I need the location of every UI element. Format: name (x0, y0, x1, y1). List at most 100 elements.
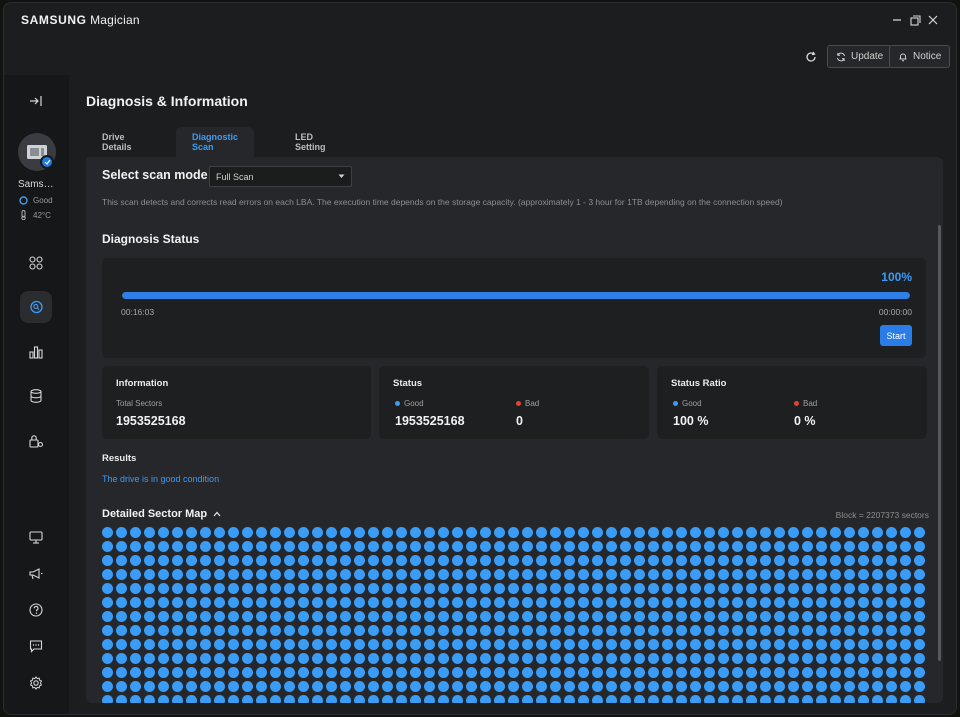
benchmark-icon[interactable] (20, 336, 52, 368)
sector-block-cell (802, 681, 813, 692)
sector-block-cell (312, 681, 323, 692)
sector-block-cell (452, 555, 463, 566)
sector-block-cell (438, 597, 449, 608)
sector-block-cell (606, 695, 617, 703)
sector-map-toggle[interactable]: Detailed Sector Map (102, 508, 221, 520)
status-card: Status Good 1953525168 Bad 0 (379, 366, 649, 439)
sector-block-cell (802, 541, 813, 552)
refresh-icon[interactable] (801, 47, 821, 67)
sector-block-cell (242, 597, 253, 608)
sector-block-cell (788, 583, 799, 594)
sector-block-cell (606, 667, 617, 678)
vertical-scrollbar[interactable] (938, 225, 941, 661)
sector-block-cell (382, 625, 393, 636)
sector-block-cell (886, 611, 897, 622)
security-icon[interactable] (20, 425, 52, 457)
dashboard-icon[interactable] (20, 247, 52, 279)
sector-block-cell (676, 569, 687, 580)
sector-block-cell (438, 555, 449, 566)
tab-drive-details[interactable]: Drive Details (86, 127, 148, 157)
announce-icon[interactable] (20, 557, 52, 589)
sector-block-cell (130, 527, 141, 538)
sector-block-cell (270, 639, 281, 650)
sector-block-cell (130, 667, 141, 678)
sector-block-cell (886, 541, 897, 552)
sector-block-cell (816, 667, 827, 678)
sector-block-cell (606, 639, 617, 650)
sector-block-cell (102, 681, 113, 692)
sector-block-cell (382, 681, 393, 692)
data-management-icon[interactable] (20, 380, 52, 412)
sector-block-cell (214, 681, 225, 692)
tab-led-setting[interactable]: LED Setting (279, 127, 341, 157)
sector-block-cell (788, 625, 799, 636)
diagnosis-status-box: 100% 00:16:03 00:00:00 Start (102, 258, 926, 358)
sector-block-cell (326, 527, 337, 538)
scan-mode-select[interactable]: Full Scan (209, 166, 352, 187)
sector-block-cell (690, 695, 701, 703)
sector-block-cell (396, 597, 407, 608)
ratio-bad-value: 0 % (794, 414, 816, 428)
status-bad-value: 0 (516, 414, 523, 428)
sector-block-cell (564, 597, 575, 608)
sector-block-cell (606, 653, 617, 664)
sector-block-cell (830, 611, 841, 622)
sector-block-cell (536, 639, 547, 650)
sector-block-cell (760, 695, 771, 703)
sector-block-cell (508, 681, 519, 692)
results-text: The drive is in good condition (102, 474, 220, 484)
help-icon[interactable] (20, 594, 52, 626)
collapse-icon[interactable] (20, 85, 52, 117)
sector-block-cell (648, 625, 659, 636)
sector-block-cell (760, 611, 771, 622)
sector-block-cell (256, 667, 267, 678)
sector-block-cell (522, 681, 533, 692)
sector-block-cell (298, 569, 309, 580)
sector-block-cell (396, 583, 407, 594)
display-icon[interactable] (20, 521, 52, 553)
start-button[interactable]: Start (880, 325, 912, 346)
diagnosis-icon[interactable] (20, 291, 52, 323)
sector-block-cell (592, 611, 603, 622)
sector-block-cell (704, 527, 715, 538)
sector-block-cell (312, 555, 323, 566)
drive-name: Samsung (18, 179, 58, 190)
sector-block-cell (340, 555, 351, 566)
minimize-icon[interactable] (888, 11, 906, 29)
sector-block-cell (760, 681, 771, 692)
sector-block-cell (396, 681, 407, 692)
update-button[interactable]: Update (827, 45, 893, 68)
sector-block-cell (788, 555, 799, 566)
sector-block-cell (368, 611, 379, 622)
sector-block-cell (732, 653, 743, 664)
sector-block-cell (466, 569, 477, 580)
restore-icon[interactable] (906, 11, 924, 29)
sector-block-cell (368, 541, 379, 552)
sector-block-cell (704, 695, 715, 703)
sector-block-cell (130, 653, 141, 664)
sector-block-cell (242, 667, 253, 678)
sector-block-cell (340, 695, 351, 703)
sector-block-cell (648, 611, 659, 622)
settings-icon[interactable] (20, 667, 52, 699)
sector-block-cell (592, 555, 603, 566)
notice-button[interactable]: Notice (889, 45, 951, 68)
tab-diagnostic-scan[interactable]: Diagnostic Scan (176, 127, 255, 157)
sector-block-cell (578, 653, 589, 664)
sector-block-cell (914, 695, 925, 703)
sector-block-cell (662, 597, 673, 608)
sector-block-cell (368, 695, 379, 703)
sector-block-cell (466, 625, 477, 636)
feedback-icon[interactable] (20, 630, 52, 662)
sector-block-cell (858, 695, 869, 703)
sector-block-cell (172, 597, 183, 608)
sector-block-cell (102, 625, 113, 636)
sector-block-cell (704, 611, 715, 622)
sector-block-cell (732, 667, 743, 678)
close-icon[interactable] (924, 11, 942, 29)
sector-block-cell (816, 555, 827, 566)
sector-block-cell (424, 681, 435, 692)
sector-block-cell (130, 541, 141, 552)
sector-block-cell (312, 541, 323, 552)
sector-block-cell (116, 541, 127, 552)
